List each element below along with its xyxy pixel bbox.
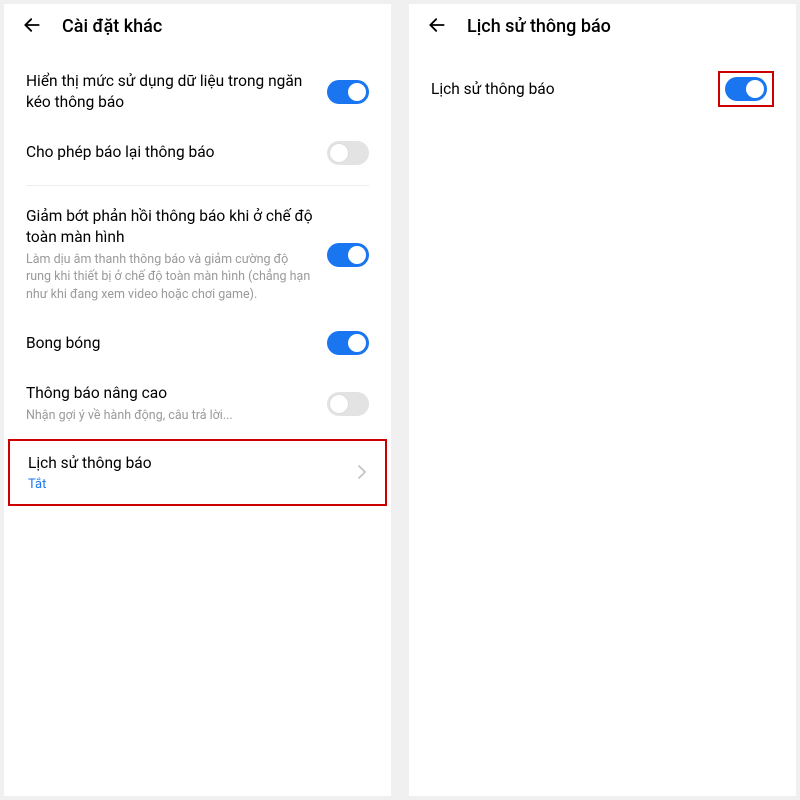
header: Cài đặt khác bbox=[4, 4, 391, 47]
settings-list: Hiển thị mức sử dụng dữ liệu trong ngăn … bbox=[4, 47, 391, 506]
row-bubbles[interactable]: Bong bóng bbox=[4, 317, 391, 369]
toggle-bubbles[interactable] bbox=[327, 331, 369, 355]
row-notification-history[interactable]: Lịch sử thông báo Tắt bbox=[10, 441, 385, 504]
page-title: Cài đặt khác bbox=[62, 16, 162, 37]
divider bbox=[26, 185, 369, 186]
row-title: Thông báo nâng cao bbox=[26, 383, 313, 404]
arrow-left-icon bbox=[22, 15, 42, 39]
back-button[interactable] bbox=[22, 17, 42, 37]
toggle-notification-history[interactable] bbox=[725, 77, 767, 101]
row-data-usage[interactable]: Hiển thị mức sử dụng dữ liệu trong ngăn … bbox=[4, 57, 391, 127]
toggle-enhanced-notifications[interactable] bbox=[327, 392, 369, 416]
screen-notification-history: Lịch sử thông báo Lịch sử thông báo bbox=[409, 4, 796, 796]
row-title: Hiển thị mức sử dụng dữ liệu trong ngăn … bbox=[26, 71, 313, 113]
back-button[interactable] bbox=[427, 17, 447, 37]
row-title: Lịch sử thông báo bbox=[28, 453, 343, 474]
highlight-notification-history: Lịch sử thông báo Tắt bbox=[8, 439, 387, 506]
arrow-left-icon bbox=[427, 15, 447, 39]
toggle-data-usage[interactable] bbox=[327, 80, 369, 104]
highlight-toggle bbox=[718, 71, 774, 107]
toggle-fullscreen-feedback[interactable] bbox=[327, 243, 369, 267]
row-notification-history-toggle[interactable]: Lịch sử thông báo bbox=[409, 57, 796, 121]
row-title: Giảm bớt phản hồi thông báo khi ở chế độ… bbox=[26, 206, 313, 248]
header: Lịch sử thông báo bbox=[409, 4, 796, 47]
row-subtitle: Làm dịu âm thanh thông báo và giảm cường… bbox=[26, 251, 313, 304]
row-title: Lịch sử thông báo bbox=[431, 79, 704, 100]
settings-list: Lịch sử thông báo bbox=[409, 47, 796, 121]
row-enhanced-notifications[interactable]: Thông báo nâng cao Nhận gợi ý về hành độ… bbox=[4, 369, 391, 438]
row-fullscreen-feedback[interactable]: Giảm bớt phản hồi thông báo khi ở chế độ… bbox=[4, 192, 391, 317]
chevron-right-icon bbox=[357, 464, 367, 480]
page-title: Lịch sử thông báo bbox=[467, 16, 611, 37]
screen-other-settings: Cài đặt khác Hiển thị mức sử dụng dữ liệ… bbox=[4, 4, 391, 796]
row-title: Bong bóng bbox=[26, 333, 313, 354]
row-snooze[interactable]: Cho phép báo lại thông báo bbox=[4, 127, 391, 179]
row-status: Tắt bbox=[28, 477, 343, 492]
toggle-snooze[interactable] bbox=[327, 141, 369, 165]
row-subtitle: Nhận gợi ý về hành động, câu trả lời... bbox=[26, 407, 313, 425]
row-title: Cho phép báo lại thông báo bbox=[26, 142, 313, 163]
